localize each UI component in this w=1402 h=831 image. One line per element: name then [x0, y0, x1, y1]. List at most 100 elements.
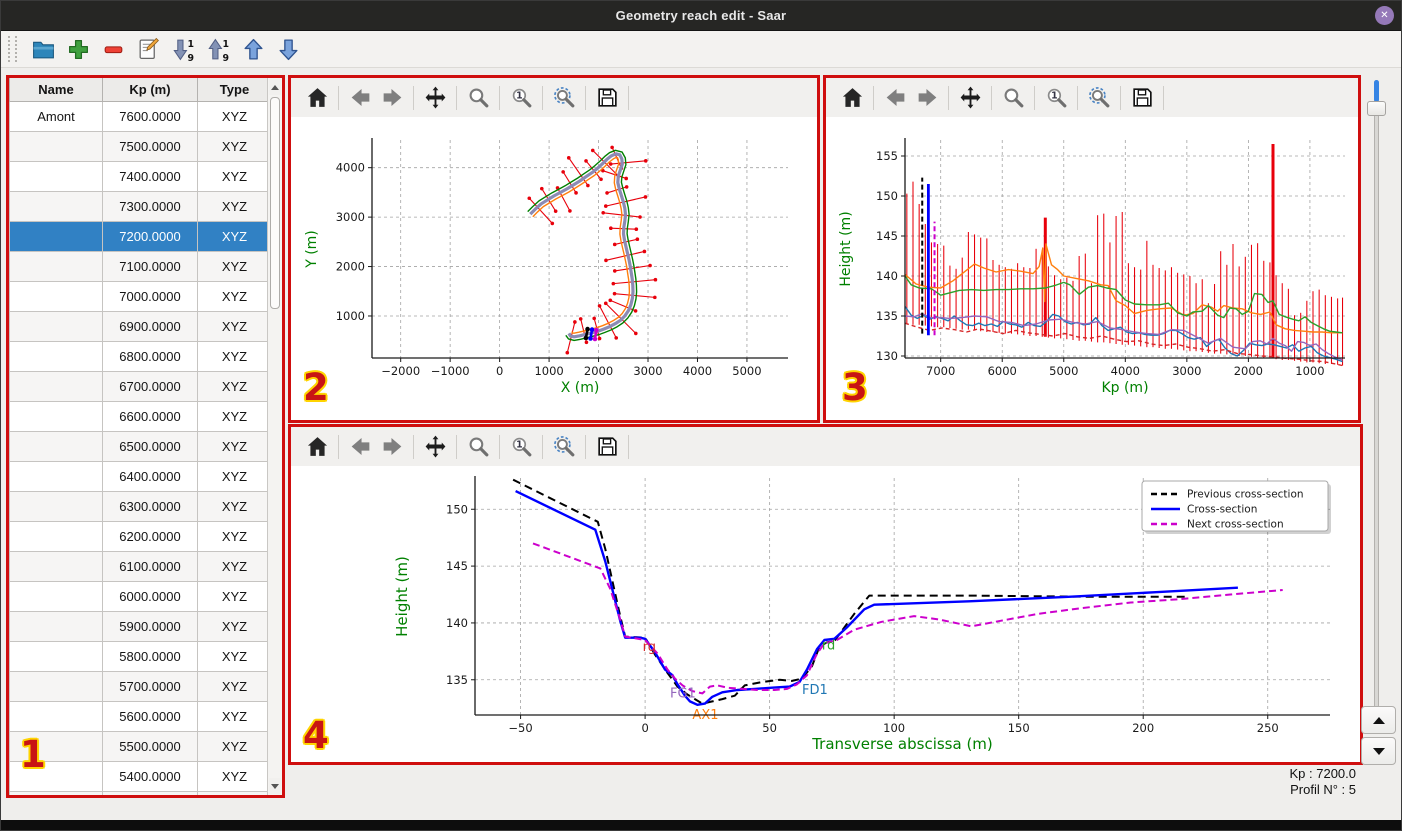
open-geometry-button[interactable] [27, 33, 59, 65]
table-row[interactable]: 7000.0000 XYZ [9, 281, 272, 312]
plot-back-button[interactable] [344, 83, 376, 113]
table-row[interactable]: 5300.0000XYZ [9, 791, 272, 795]
toolbar-separator [338, 434, 339, 459]
svg-text:100: 100 [883, 721, 905, 735]
column-header-name[interactable]: Name [9, 78, 103, 102]
table-cell: 5700.0000 [102, 671, 198, 702]
longitudinal-plot[interactable]: 7000 6000 5000 4000 3000 2000 1000 130 135 140 145… [826, 117, 1358, 420]
plot-pan-button[interactable] [954, 83, 986, 113]
table-row[interactable]: Amont 7600.0000 XYZ [9, 101, 272, 132]
table-row[interactable]: 7100.0000 XYZ [9, 251, 272, 282]
sort-descending-button[interactable]: 19 [202, 33, 234, 65]
table-row[interactable]: 5400.0000 XYZ [9, 761, 272, 792]
table-row[interactable]: 6100.0000 XYZ [9, 551, 272, 582]
plot-home-button[interactable] [301, 83, 333, 113]
table-cell [9, 401, 103, 432]
add-profile-button[interactable] [62, 33, 94, 65]
plot-save-button[interactable] [1126, 83, 1158, 113]
table-row[interactable]: 6300.0000 XYZ [9, 491, 272, 522]
table-row[interactable]: 6400.0000 XYZ [9, 461, 272, 492]
sort-ascending-button[interactable]: 19 [167, 33, 199, 65]
svg-text:5000: 5000 [732, 364, 761, 378]
toolbar-drag-handle[interactable] [8, 36, 17, 62]
table-cell: XYZ [197, 431, 272, 462]
scroll-down-icon[interactable] [269, 778, 281, 794]
table-row[interactable]: 6800.0000 XYZ [9, 341, 272, 372]
profile-slider-handle[interactable] [1367, 101, 1386, 116]
plot-zoom-one-button[interactable]: 1 [505, 83, 537, 113]
plot-forward-button[interactable] [911, 83, 943, 113]
profile-slider-track[interactable] [1374, 80, 1379, 730]
table-row[interactable]: 7300.0000 XYZ [9, 191, 272, 222]
table-row[interactable]: 6000.0000 XYZ [9, 581, 272, 612]
table-row[interactable]: 5500.0000 XYZ [9, 731, 272, 762]
plot-zoom-fit-button[interactable] [1083, 83, 1115, 113]
plot-home-button[interactable] [301, 432, 333, 462]
table-cell: XYZ [197, 161, 272, 192]
table-cell [9, 131, 103, 162]
profiles-table[interactable]: Name Kp (m) Type Amont 7600.0000 XYZ 7500.000… [9, 78, 272, 795]
svg-text:Height (m): Height (m) [838, 211, 854, 286]
plot-zoom-button[interactable] [462, 83, 494, 113]
plot-pan-button[interactable] [419, 432, 451, 462]
table-row[interactable]: 6900.0000 XYZ [9, 311, 272, 342]
pan-icon [425, 86, 445, 109]
edit-profile-button[interactable] [132, 33, 164, 65]
table-cell: XYZ [197, 401, 272, 432]
table-scrollbar[interactable] [267, 78, 282, 795]
plot-zoom-fit-button[interactable] [548, 83, 580, 113]
toolbar-separator [542, 85, 543, 110]
table-row[interactable]: 5900.0000 XYZ [9, 611, 272, 642]
down-triangle-icon [1372, 747, 1385, 755]
plot-save-button[interactable] [591, 83, 623, 113]
table-row[interactable]: 5700.0000 XYZ [9, 671, 272, 702]
plot-pan-button[interactable] [419, 83, 451, 113]
table-row[interactable]: 5600.0000 XYZ [9, 701, 272, 732]
status-kp: Kp : 7200.0 [1289, 766, 1357, 781]
table-cell: XYZ [197, 191, 272, 222]
table-row[interactable]: 6200.0000 XYZ [9, 521, 272, 552]
svg-text:4000: 4000 [683, 364, 712, 378]
plot-zoom-button[interactable] [462, 432, 494, 462]
plot-zoom-one-button[interactable]: 1 [505, 432, 537, 462]
plot-forward-button[interactable] [376, 432, 408, 462]
plot-back-button[interactable] [879, 83, 911, 113]
table-row[interactable]: 5800.0000 XYZ [9, 641, 272, 672]
table-row[interactable]: 6700.0000 XYZ [9, 371, 272, 402]
plot-zoom-button[interactable] [997, 83, 1029, 113]
plot-home-button[interactable] [836, 83, 868, 113]
table-row[interactable]: 7500.0000 XYZ [9, 131, 272, 162]
table-row[interactable]: 6500.0000 XYZ [9, 431, 272, 462]
svg-text:135: 135 [876, 309, 898, 323]
plot-forward-button[interactable] [376, 83, 408, 113]
plot-back-button[interactable] [344, 432, 376, 462]
table-cell [9, 671, 103, 702]
move-profile-down-button[interactable] [272, 33, 304, 65]
profile-up-button[interactable] [1361, 706, 1396, 734]
profile-down-button[interactable] [1361, 737, 1396, 765]
table-row[interactable]: 7400.0000 XYZ [9, 161, 272, 192]
reach-trace-plot[interactable]: −2000 −1000 0 1000 2000 3000 4000 5000 1000 2000 3… [291, 117, 817, 420]
column-header-type[interactable]: Type [197, 78, 272, 102]
panel-number-3: 3 [842, 366, 868, 409]
profiles-table-wrap: Name Kp (m) Type Amont 7600.0000 XYZ 7500.000… [9, 78, 282, 795]
point-label-rg: rg [643, 640, 656, 655]
plot-zoom-fit-button[interactable] [548, 432, 580, 462]
plot-save-button[interactable] [591, 432, 623, 462]
table-row[interactable]: 7200.0000 XYZ [9, 221, 272, 252]
table-row[interactable]: 6600.0000 XYZ [9, 401, 272, 432]
table-cell [9, 431, 103, 462]
move-profile-up-button[interactable] [237, 33, 269, 65]
svg-text:150: 150 [876, 189, 898, 203]
toolbar-separator [413, 434, 414, 459]
column-header-kpm[interactable]: Kp (m) [102, 78, 198, 102]
scrollbar-thumb[interactable] [270, 97, 280, 309]
delete-profile-button[interactable] [97, 33, 129, 65]
up-triangle-icon [1372, 716, 1385, 724]
close-button[interactable]: ✕ [1375, 6, 1394, 25]
table-cell [9, 371, 103, 402]
cross-section-plot[interactable]: rgFG1AX1FD1rdPrevious cross-sectionCross… [291, 466, 1360, 762]
plot-zoom-one-button[interactable]: 1 [1040, 83, 1072, 113]
scroll-up-icon[interactable] [269, 79, 281, 95]
table-cell: XYZ [197, 641, 272, 672]
